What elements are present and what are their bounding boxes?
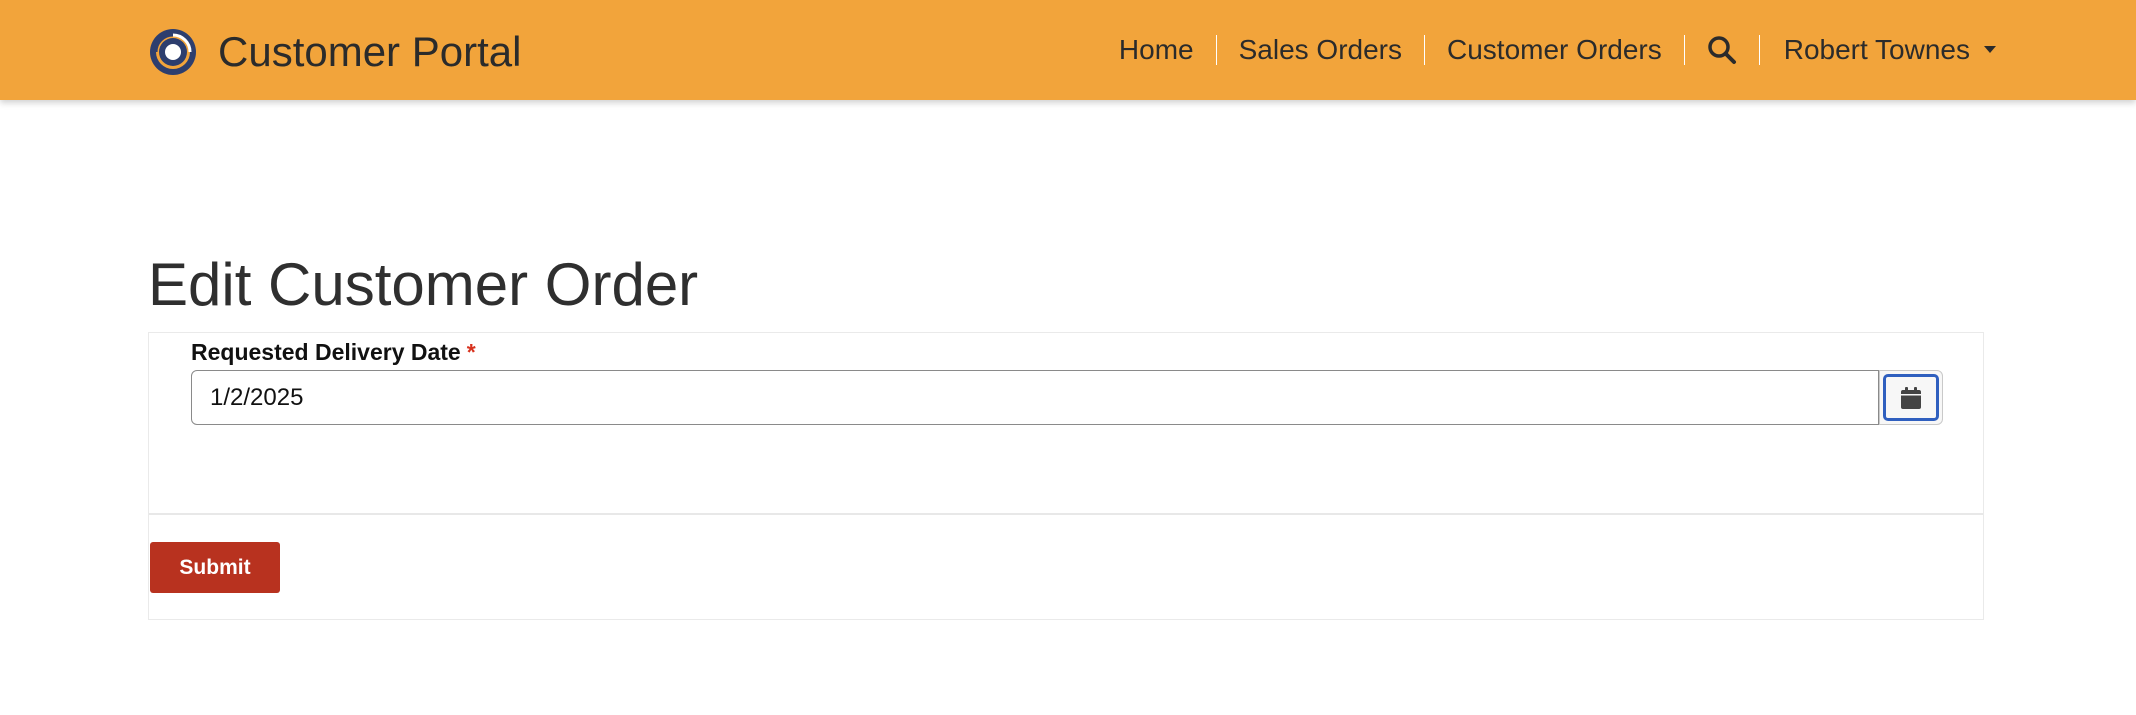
- delivery-date-label: Requested Delivery Date *: [191, 339, 476, 366]
- nav-sales-orders-link[interactable]: Sales Orders: [1217, 0, 1424, 100]
- app-title: Customer Portal: [218, 28, 522, 75]
- calendar-icon: [1901, 386, 1921, 409]
- required-indicator: *: [466, 339, 476, 365]
- brand[interactable]: Customer Portal: [148, 27, 521, 77]
- delivery-date-input[interactable]: [191, 370, 1879, 425]
- nav-customer-orders-link[interactable]: Customer Orders: [1425, 0, 1684, 100]
- caret-down-icon: [1984, 46, 1996, 53]
- page-title: Edit Customer Order: [148, 251, 699, 318]
- user-name: Robert Townes: [1783, 34, 1970, 65]
- calendar-button[interactable]: [1879, 370, 1943, 425]
- search-icon: [1707, 36, 1736, 64]
- form-footer: Submit: [149, 513, 1983, 620]
- top-navbar: Customer Portal Home Sales Orders Custom…: [0, 0, 2136, 100]
- search-button[interactable]: [1685, 35, 1759, 65]
- portal-logo-icon: [150, 29, 196, 75]
- user-menu-dropdown[interactable]: Robert Townes: [1760, 34, 1996, 66]
- form-body: Requested Delivery Date *: [149, 333, 1983, 513]
- delivery-date-label-text: Requested Delivery Date: [191, 339, 461, 365]
- main-nav: Home Sales Orders Customer Orders Robert…: [1097, 0, 1996, 100]
- edit-order-form: Requested Delivery Date* Submit: [148, 332, 1984, 620]
- submit-button[interactable]: Submit: [150, 542, 280, 593]
- nav-home-link[interactable]: Home: [1097, 0, 1216, 100]
